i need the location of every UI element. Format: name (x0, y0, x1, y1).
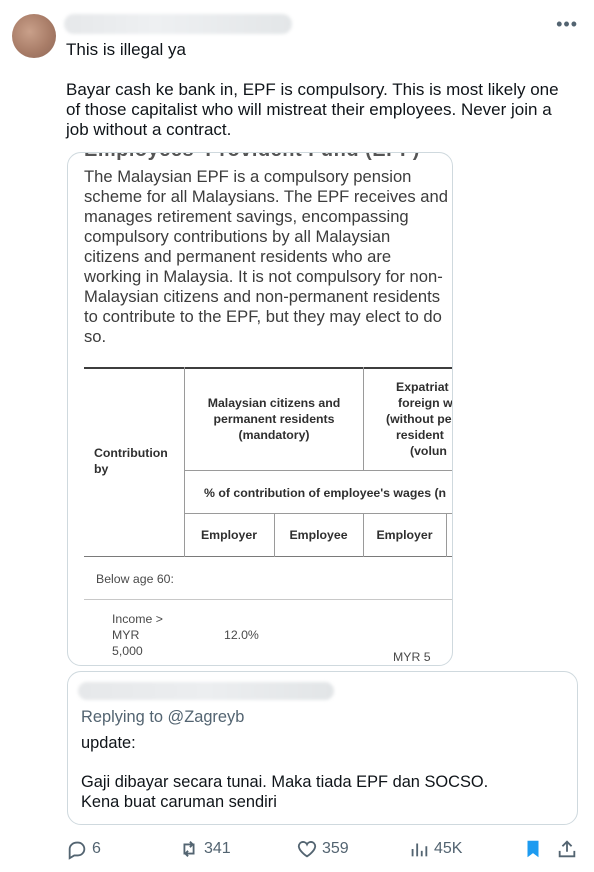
reply-icon (68, 841, 86, 860)
table-divider (184, 470, 452, 471)
col-employee: Employee (289, 528, 348, 542)
header-expatriate-line: (without pe (386, 412, 452, 426)
quoted-text-line: Kena buat caruman sendiri (81, 793, 277, 811)
col-employer-expat: Employer (376, 528, 433, 542)
row-income-label: Income > (112, 612, 163, 626)
header-expatriate-line: (volun (410, 444, 447, 458)
table-divider (363, 367, 364, 471)
quoted-text-line: Gaji dibayar secara tunai. Maka tiada EP… (81, 773, 489, 791)
bookmark-icon (527, 840, 539, 858)
row-income-label: 5,000 (112, 644, 143, 658)
views-icon (411, 843, 428, 857)
contribution-table: Contribution by Malaysian citizens and p… (84, 367, 453, 665)
reply-count: 6 (92, 840, 101, 857)
header-contribution-by: Contribution by (94, 446, 168, 476)
cut-off-heading: Employees' Provident Fund (EPF) (84, 153, 420, 162)
repost-icon (183, 841, 195, 857)
epf-paragraph: The Malaysian EPF is a compulsory pensio… (84, 167, 448, 346)
table-divider (184, 513, 452, 514)
quoted-text-line: update: (81, 734, 136, 752)
table-divider (446, 514, 447, 557)
table-divider (84, 599, 452, 600)
table-top-border (84, 367, 452, 369)
section-below-age-60: Below age 60: (96, 572, 174, 586)
avatar[interactable] (12, 14, 56, 58)
repost-count: 341 (204, 840, 231, 857)
header-expatriate-line: Expatriat (396, 380, 449, 394)
table-divider (84, 556, 452, 557)
action-bar: 6 341 359 45K (0, 836, 594, 862)
replying-to-label: Replying to @Zagreyb (81, 708, 245, 726)
row-income-label: MYR (112, 628, 140, 642)
attached-image[interactable]: Employees' Provident Fund (EPF) The Mala… (67, 152, 453, 666)
share-button[interactable] (556, 836, 582, 862)
quoted-tweet[interactable]: Replying to @Zagreyb update: Gaji dibaya… (67, 671, 578, 825)
header-malaysian-citizens: Malaysian citizens and permanent residen… (207, 396, 341, 442)
tweet-body: Bayar cash ke bank in, EPF is compulsory… (66, 80, 559, 139)
bookmark-button[interactable] (522, 836, 548, 862)
header-expatriate-line: foreign w (398, 396, 453, 410)
tweet-first-line: This is illegal ya (66, 40, 186, 59)
row-expat-value: MYR 5 (393, 650, 431, 664)
row-employer-value: 12.0% (224, 628, 259, 642)
like-count: 359 (322, 840, 349, 857)
heart-icon (297, 841, 317, 858)
quoted-blurred-username (78, 682, 334, 700)
share-icon (558, 840, 576, 858)
col-employer: Employer (200, 528, 258, 542)
more-options-icon[interactable]: ••• (556, 14, 578, 35)
reply-button[interactable]: 6 (66, 836, 101, 862)
views-count: 45K (434, 840, 463, 857)
views-button[interactable]: 45K (408, 836, 462, 862)
repost-button[interactable]: 341 (178, 836, 231, 862)
header-percent-wages: % of contribution of employee's wages (n (204, 486, 447, 500)
header-expatriate-line: resident (396, 428, 444, 442)
blurred-username (64, 14, 292, 34)
like-button[interactable]: 359 (296, 836, 349, 862)
